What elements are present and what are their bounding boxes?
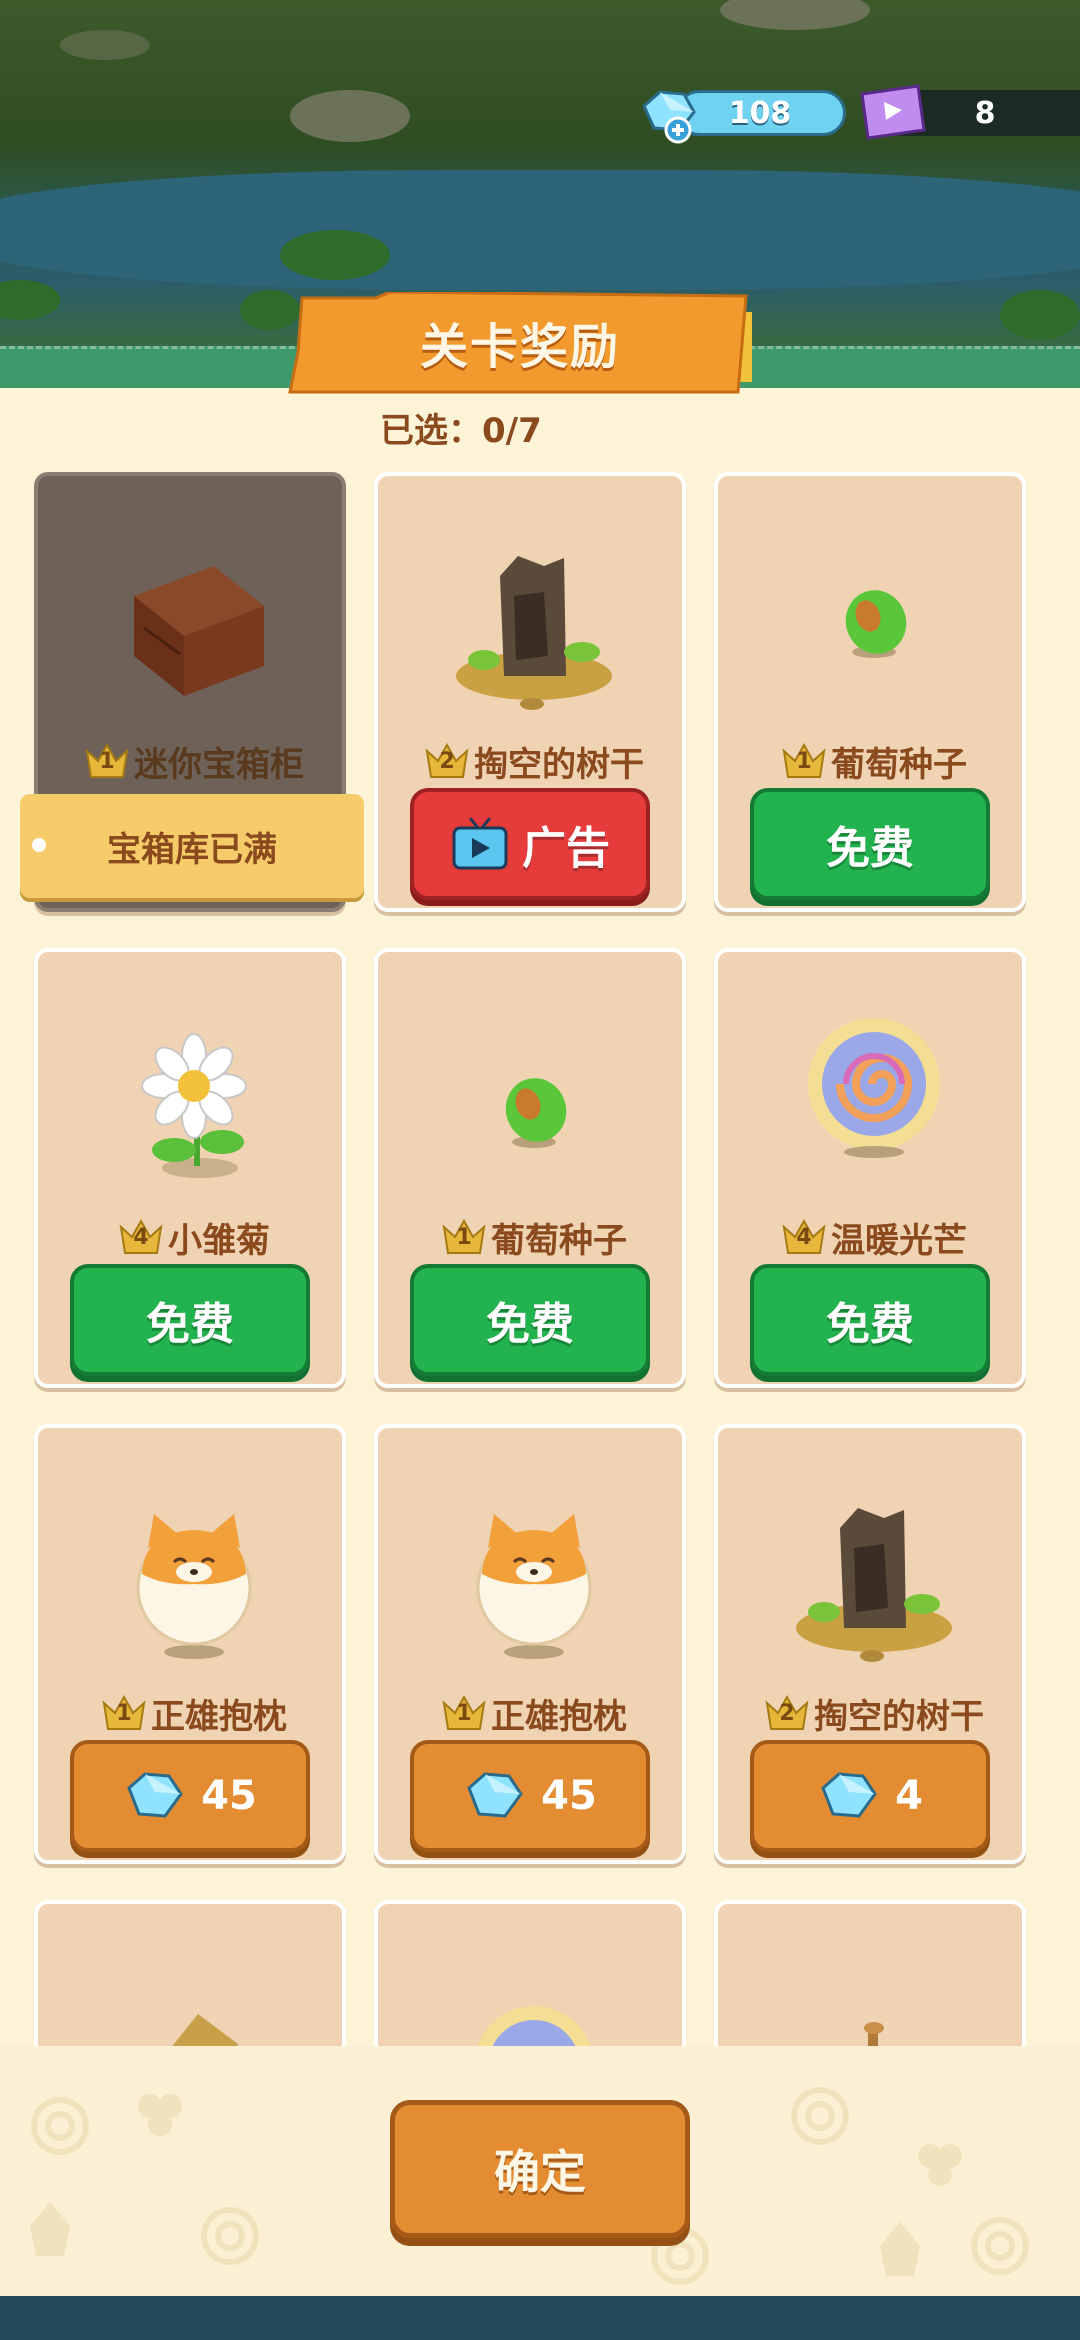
item-name: 葡萄种子: [491, 1220, 627, 1261]
reward-card-grape-seed: 1 葡萄种子 免费: [714, 472, 1026, 912]
warm-light-orb-icon: [808, 1018, 940, 1158]
reward-card-warm-light: 4 温暖光芒 免费: [714, 948, 1026, 1388]
crown-tier-icon: 1: [441, 1217, 487, 1257]
crown-tier-icon: 1: [441, 1693, 487, 1733]
crown-tier-icon: 1: [101, 1693, 147, 1733]
confirm-button[interactable]: 确定: [390, 2100, 690, 2238]
bush: [280, 230, 390, 280]
item-name: 掏空的树干: [474, 744, 644, 785]
gem-plus-icon[interactable]: [636, 84, 700, 144]
free-claim-button[interactable]: 免费: [750, 788, 990, 900]
gem-price: 45: [541, 1773, 597, 1819]
item-name: 迷你宝箱柜: [134, 744, 304, 785]
hollow-stump-icon: [796, 1508, 952, 1662]
ad-label: 广告: [522, 823, 610, 874]
reward-card-grape-seed: 1 葡萄种子 免费: [374, 948, 686, 1388]
shiba-pillow-icon: [136, 1514, 252, 1659]
reward-card-partial: [714, 1900, 1026, 2064]
item-name: 温暖光芒: [831, 1220, 967, 1261]
grape-seed-icon: [505, 1078, 567, 1148]
rock: [290, 90, 410, 142]
item-name: 葡萄种子: [831, 744, 967, 785]
reward-card-shiba-pillow: 1 正雄抱枕 45: [374, 1424, 686, 1864]
item-name-row: 1 正雄抱枕: [38, 1690, 350, 1737]
rock: [60, 30, 150, 60]
storage-full-tag: 宝箱库已满: [20, 794, 364, 898]
daisy-icon: [141, 1033, 247, 1178]
free-claim-button[interactable]: 免费: [750, 1264, 990, 1376]
hollow-stump-icon: [456, 556, 612, 710]
gem-count: 108: [728, 96, 792, 131]
bush: [1000, 290, 1080, 340]
gem-icon: [821, 1772, 877, 1818]
crown-tier-icon: 2: [424, 741, 470, 781]
item-name-row: 1 葡萄种子: [378, 1214, 690, 1261]
crown-tier-icon: 4: [781, 1217, 827, 1257]
free-label: 免费: [826, 823, 914, 874]
item-name-row: 4 温暖光芒: [718, 1214, 1030, 1261]
watch-ad-button[interactable]: 广告: [410, 788, 650, 900]
gem-icon: [467, 1772, 523, 1818]
item-name-row: 4 小雏菊: [38, 1214, 350, 1261]
bush: [0, 280, 60, 320]
item-name-row: 2 掏空的树干: [718, 1690, 1030, 1737]
river: [0, 170, 1080, 290]
item-name-row: 1 迷你宝箱柜: [38, 738, 350, 785]
ad-ticket-icon: [860, 84, 926, 140]
crown-tier-icon: 4: [118, 1217, 164, 1257]
item-name: 掏空的树干: [814, 1696, 984, 1737]
item-name: 小雏菊: [168, 1220, 270, 1261]
reward-card-mini-chest: 1 迷你宝箱柜 宝箱库已满: [20, 472, 364, 912]
bottom-scenery-edge: [0, 2296, 1080, 2340]
rock: [720, 0, 870, 30]
reward-card-partial: [34, 1900, 346, 2064]
gem-price: 4: [895, 1773, 923, 1819]
gem-purchase-button[interactable]: 4: [750, 1740, 990, 1852]
wooden-chest-icon: [134, 566, 264, 696]
item-name-row: 1 正雄抱枕: [378, 1690, 690, 1737]
crown-tier-icon: 1: [781, 741, 827, 781]
reward-card-hollow-stump: 2 掏空的树干 4: [714, 1424, 1026, 1864]
reward-card-daisy: 4 小雏菊 免费: [34, 948, 346, 1388]
gem-purchase-button[interactable]: 45: [410, 1740, 650, 1852]
tv-ad-icon: [452, 817, 508, 870]
item-name-row: 1 葡萄种子: [718, 738, 1030, 785]
selected-count: 已选：0/7: [380, 411, 542, 451]
gem-icon: [127, 1772, 183, 1818]
shiba-pillow-icon: [476, 1514, 592, 1659]
panel-title: 关卡奖励: [419, 319, 620, 375]
free-label: 免费: [146, 1299, 234, 1350]
item-name: 正雄抱枕: [151, 1696, 287, 1737]
grape-seed-icon: [845, 590, 907, 658]
gem-purchase-button[interactable]: 45: [70, 1740, 310, 1852]
free-claim-button[interactable]: 免费: [70, 1264, 310, 1376]
reward-card-hollow-stump: 2 掏空的树干 广告: [374, 472, 686, 912]
reward-card-partial: [374, 1900, 686, 2064]
crown-tier-icon: 2: [764, 1693, 810, 1733]
gem-price: 45: [201, 1773, 257, 1819]
crown-tier-icon: 1: [84, 741, 130, 781]
free-label: 免费: [486, 1299, 574, 1350]
item-name-row: 2 掏空的树干: [378, 738, 690, 785]
item-name: 正雄抱枕: [491, 1696, 627, 1737]
ticket-count: 8: [974, 96, 996, 131]
free-claim-button[interactable]: 免费: [410, 1264, 650, 1376]
free-label: 免费: [826, 1299, 914, 1350]
reward-card-shiba-pillow: 1 正雄抱枕 45: [34, 1424, 346, 1864]
